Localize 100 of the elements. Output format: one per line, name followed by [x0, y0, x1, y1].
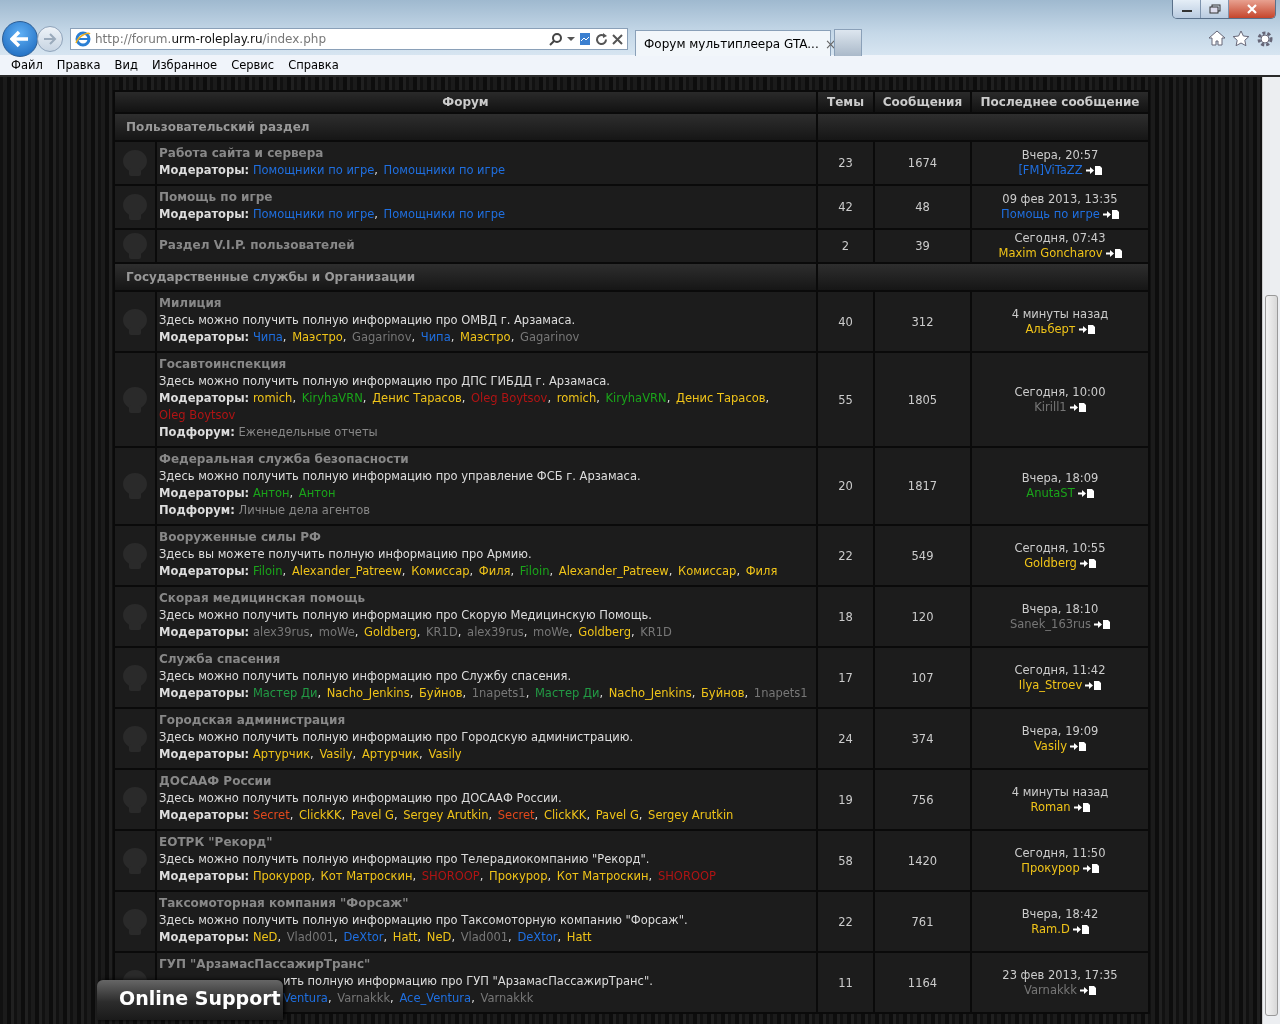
posts-count: 1805: [874, 352, 971, 447]
forum-title-link[interactable]: Госавтоинспекция: [159, 357, 287, 371]
moderator-link[interactable]: Secret: [497, 808, 535, 822]
moderators-label: Модераторы:: [159, 163, 250, 177]
moderator-link[interactable]: Nacho_Jenkins: [608, 686, 692, 700]
moderator-link[interactable]: Pavel G: [595, 808, 639, 822]
forum-title-link[interactable]: Федеральная служба безопасности: [159, 452, 409, 466]
forum-title-link[interactable]: Помощь по игре: [159, 190, 273, 204]
forum-title-link[interactable]: Работа сайта и сервера: [159, 146, 324, 160]
moderator-link[interactable]: Помощники по игре: [383, 163, 505, 177]
moderator-link[interactable]: alex39rus: [467, 625, 524, 639]
last-post-author-link[interactable]: Vasily: [1033, 738, 1068, 753]
moderator-link[interactable]: KR1D: [426, 625, 458, 639]
moderator-link[interactable]: Маэстро: [292, 330, 343, 344]
moderator-link[interactable]: Nacho_Jenkins: [326, 686, 410, 700]
moderator-link[interactable]: Vlad001: [286, 930, 335, 944]
forum-title-link[interactable]: ГУП "АрзамасПассажирТранс": [159, 957, 371, 971]
menu-item[interactable]: Вид: [107, 58, 145, 72]
last-post-author-link[interactable]: Maxim Goncharov: [998, 246, 1103, 260]
forum-description: Здесь можно получить полную информацию про ОМВД г. Арзамаса.: [159, 313, 576, 327]
list-separator: ,: [638, 808, 643, 822]
list-separator: ,: [450, 330, 455, 344]
moderator-link[interactable]: moWe: [532, 625, 569, 639]
forum-title-link[interactable]: Милиция: [159, 296, 222, 310]
moderator-link[interactable]: Ventura: [283, 991, 328, 1005]
forum-title-link[interactable]: ДОСААФ России: [159, 774, 272, 788]
moderator-link[interactable]: Vasily: [319, 747, 353, 761]
forum-title-link[interactable]: Вооруженные силы РФ: [159, 530, 321, 544]
moderator-link[interactable]: 1napets1: [471, 686, 526, 700]
last-post-author-link[interactable]: Ilya_Stroev: [1018, 677, 1083, 692]
moderator-link[interactable]: KiryhaVRN: [301, 391, 363, 405]
moderator-link[interactable]: Чипа: [252, 330, 283, 344]
last-post-author-link[interactable]: Roman: [1030, 799, 1071, 814]
last-post-author-link[interactable]: Sanek_163rus: [1009, 616, 1092, 631]
moderator-link[interactable]: moWe: [318, 625, 355, 639]
subforum-link[interactable]: Личные дела агентов: [238, 503, 371, 517]
menu-item[interactable]: Правка: [49, 58, 108, 72]
moderator-link[interactable]: 1napets1: [753, 686, 808, 700]
last-post-author-link[interactable]: Goldberg: [1024, 555, 1077, 570]
moderator-link[interactable]: Антон: [252, 486, 290, 500]
moderator-link[interactable]: Filoin: [252, 564, 283, 578]
moderator-link[interactable]: Goldberg: [364, 625, 417, 639]
moderator-link[interactable]: Sergey Arutkin: [648, 808, 734, 822]
forum-title-link[interactable]: Скорая медицинская помощь: [159, 591, 366, 605]
moderator-link[interactable]: Vlad001: [460, 930, 509, 944]
list-separator: ,: [416, 625, 421, 639]
moderator-link[interactable]: Маэстро: [460, 330, 511, 344]
list-separator: ,: [648, 869, 653, 883]
last-post-author-link[interactable]: Kirill1: [1034, 399, 1067, 414]
moderator-link[interactable]: Alexander_Patreew: [558, 564, 669, 578]
forum-title-link[interactable]: Таксомоторная компания "Форсаж": [159, 896, 409, 910]
forum-description: Здесь можно получить полную информацию про Таксомоторную компанию "Форсаж".: [159, 913, 688, 927]
moderator-link[interactable]: Денис Тарасов: [675, 391, 766, 405]
online-support-button[interactable]: Online Support: [97, 980, 283, 1020]
list-separator: ,: [765, 391, 770, 405]
moderator-link[interactable]: Alexander_Patreew: [291, 564, 402, 578]
last-post-author-link[interactable]: Помощь по игре: [1001, 207, 1100, 221]
moderator-link[interactable]: Буйнов: [701, 686, 745, 700]
forum-title-link[interactable]: ЕОТРК "Рекорд": [159, 835, 273, 849]
list-separator: ,: [409, 686, 414, 700]
menu-item[interactable]: Избранное: [144, 58, 225, 72]
moderator-link[interactable]: Goldberg: [578, 625, 631, 639]
moderators-label: Модераторы:: [159, 564, 250, 578]
moderator-link[interactable]: KR1D: [640, 625, 672, 639]
forum-title-link[interactable]: Служба спасения: [159, 652, 281, 666]
moderator-link[interactable]: Кот Матроскин: [556, 869, 649, 883]
last-post-author-link[interactable]: Альберт: [1025, 321, 1076, 336]
moderator-link[interactable]: DeXtor: [343, 930, 384, 944]
moderator-link[interactable]: Varnakkk: [480, 991, 534, 1005]
subforum-link[interactable]: Еженедельные отчеты: [238, 425, 378, 439]
moderator-link[interactable]: KiryhaVRN: [605, 391, 667, 405]
menu-item[interactable]: Справка: [281, 58, 346, 72]
menu-item[interactable]: Файл: [4, 58, 50, 72]
moderator-link[interactable]: Hatt: [392, 930, 418, 944]
moderator-link[interactable]: Антон: [298, 486, 336, 500]
last-post-author-link[interactable]: Прокурор: [1021, 860, 1080, 875]
moderator-link[interactable]: Комиссар: [411, 564, 470, 578]
moderator-link[interactable]: Hatt: [566, 930, 592, 944]
moderator-link[interactable]: Филя: [745, 564, 778, 578]
last-post-author-link[interactable]: Varnakkk: [1024, 982, 1077, 997]
moderator-link[interactable]: DeXtor: [517, 930, 558, 944]
moderator-link[interactable]: Помощники по игре: [383, 207, 505, 221]
address-field[interactable]: http://forum.urm-roleplay.ru/index.php: [70, 28, 628, 50]
topics-count: 23: [817, 141, 874, 185]
forum-title-link[interactable]: Раздел V.I.P. пользователей: [159, 237, 355, 252]
menu-item[interactable]: Сервис: [224, 58, 282, 72]
last-post-author-link[interactable]: AnutaST: [1026, 486, 1075, 500]
last-post-author-link[interactable]: Ram.D: [1031, 921, 1070, 936]
last-post-author-link[interactable]: [FM]ViTaZZ: [1018, 163, 1083, 177]
moderator-link[interactable]: Gagarinov: [352, 330, 412, 344]
list-separator: ,: [390, 991, 394, 1005]
forum-title-link[interactable]: Городская администрация: [159, 713, 346, 727]
moderator-link[interactable]: Vasily: [428, 747, 462, 761]
moderator-link[interactable]: Pavel G: [350, 808, 394, 822]
topics-count: 58: [817, 830, 874, 891]
moderator-link[interactable]: Ace_Ventura: [399, 991, 472, 1005]
moderator-link[interactable]: Чипа: [420, 330, 451, 344]
moderator-link[interactable]: Gagarinov: [519, 330, 580, 344]
moderator-link[interactable]: Денис Тарасов: [372, 391, 462, 405]
moderator-link[interactable]: Secret: [252, 808, 290, 822]
